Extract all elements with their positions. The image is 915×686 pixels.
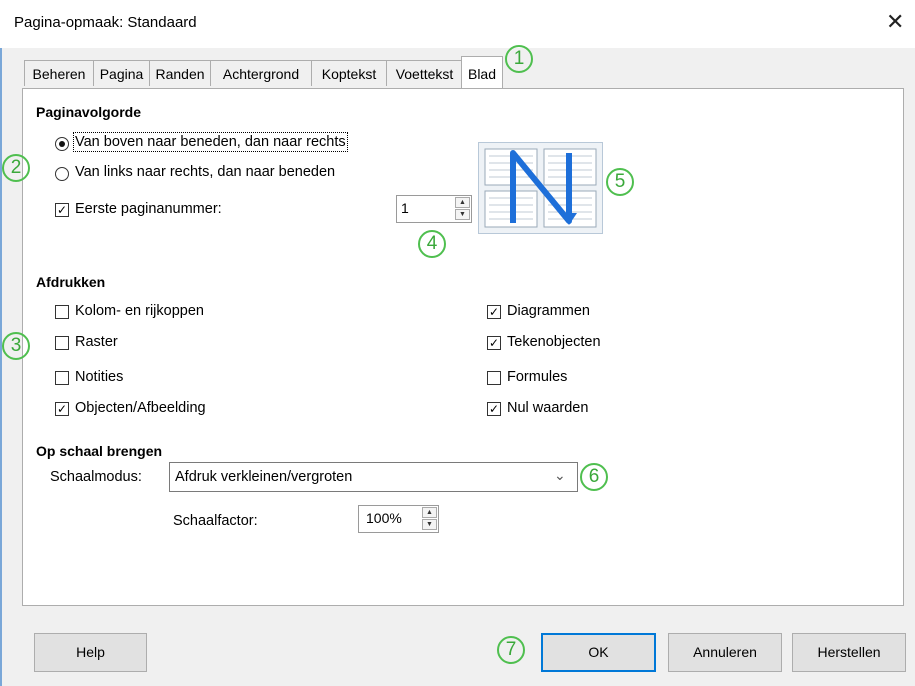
- radio-top-down[interactable]: [55, 137, 69, 151]
- tab-achtergrond[interactable]: Achtergrond: [210, 60, 312, 86]
- checkbox-formulas[interactable]: [487, 371, 501, 385]
- spin-up-icon[interactable]: ▲: [455, 197, 470, 208]
- tab-beheren[interactable]: Beheren: [24, 60, 94, 86]
- reset-button[interactable]: Herstellen: [792, 633, 906, 672]
- label-zero-values: Nul waarden: [507, 400, 589, 416]
- annotation-1: 1: [505, 45, 533, 73]
- label-column-row-headers: Kolom- en rijkoppen: [75, 303, 204, 319]
- checkbox-zero-values[interactable]: ✓: [487, 402, 501, 416]
- checkbox-drawing-objects[interactable]: ✓: [487, 336, 501, 350]
- first-page-number-spinner[interactable]: 1 ▲ ▼: [396, 195, 472, 223]
- annotation-2: 2: [2, 154, 30, 182]
- scale-factor-spinner[interactable]: 100% ▲ ▼: [358, 505, 439, 533]
- annotation-4: 4: [418, 230, 446, 258]
- chevron-down-icon[interactable]: ⌄: [554, 467, 566, 484]
- first-page-label: Eerste paginanummer:: [75, 201, 222, 217]
- spin-down-icon[interactable]: ▼: [455, 209, 470, 220]
- tab-blad[interactable]: Blad: [461, 56, 503, 88]
- scale-mode-label: Schaalmodus:: [50, 469, 142, 485]
- help-button[interactable]: Help: [34, 633, 147, 672]
- label-notes: Notities: [75, 369, 124, 385]
- window-left-edge: [0, 48, 2, 686]
- radio-top-down-label[interactable]: Van boven naar beneden, dan naar rechts: [73, 132, 348, 152]
- print-heading: Afdrukken: [36, 274, 106, 290]
- label-charts: Diagrammen: [507, 303, 590, 319]
- window-title: Pagina-opmaak: Standaard: [14, 14, 197, 31]
- scale-mode-select[interactable]: Afdruk verkleinen/vergroten ⌄: [169, 462, 578, 492]
- annotation-7: 7: [497, 636, 525, 664]
- checkbox-grid[interactable]: [55, 336, 69, 350]
- radio-left-right[interactable]: [55, 167, 69, 181]
- scale-heading: Op schaal brengen: [36, 443, 163, 459]
- checkbox-objects-images[interactable]: ✓: [55, 402, 69, 416]
- checkbox-notes[interactable]: [55, 371, 69, 385]
- page-order-heading: Paginavolgorde: [36, 104, 142, 120]
- annotation-3: 3: [2, 332, 30, 360]
- annotation-5: 5: [606, 168, 634, 196]
- ok-button[interactable]: OK: [541, 633, 656, 672]
- first-page-checkbox[interactable]: ✓: [55, 203, 69, 217]
- spin-up-icon[interactable]: ▲: [422, 507, 437, 518]
- scale-factor-value: 100%: [366, 510, 402, 526]
- label-drawing-objects: Tekenobjecten: [507, 334, 601, 350]
- checkbox-column-row-headers[interactable]: [55, 305, 69, 319]
- tab-koptekst[interactable]: Koptekst: [311, 60, 387, 86]
- tab-pagina[interactable]: Pagina: [93, 60, 150, 86]
- first-page-number-value: 1: [401, 200, 409, 216]
- label-grid: Raster: [75, 334, 118, 350]
- close-icon[interactable]: ✕: [886, 9, 904, 35]
- page-order-preview-graphic: [484, 148, 597, 228]
- scale-mode-value: Afdruk verkleinen/vergroten: [175, 469, 353, 485]
- tab-voettekst[interactable]: Voettekst: [386, 60, 463, 86]
- label-objects-images: Objecten/Afbeelding: [75, 400, 206, 416]
- checkbox-charts[interactable]: ✓: [487, 305, 501, 319]
- title-bar: Pagina-opmaak: Standaard ✕: [0, 0, 915, 48]
- tab-randen[interactable]: Randen: [149, 60, 211, 86]
- cancel-button[interactable]: Annuleren: [668, 633, 782, 672]
- spin-down-icon[interactable]: ▼: [422, 519, 437, 530]
- annotation-6: 6: [580, 463, 608, 491]
- page-order-preview-icon: [478, 142, 603, 234]
- label-formulas: Formules: [507, 369, 568, 385]
- scale-factor-label: Schaalfactor:: [173, 513, 258, 529]
- radio-left-right-label[interactable]: Van links naar rechts, dan naar beneden: [75, 164, 335, 180]
